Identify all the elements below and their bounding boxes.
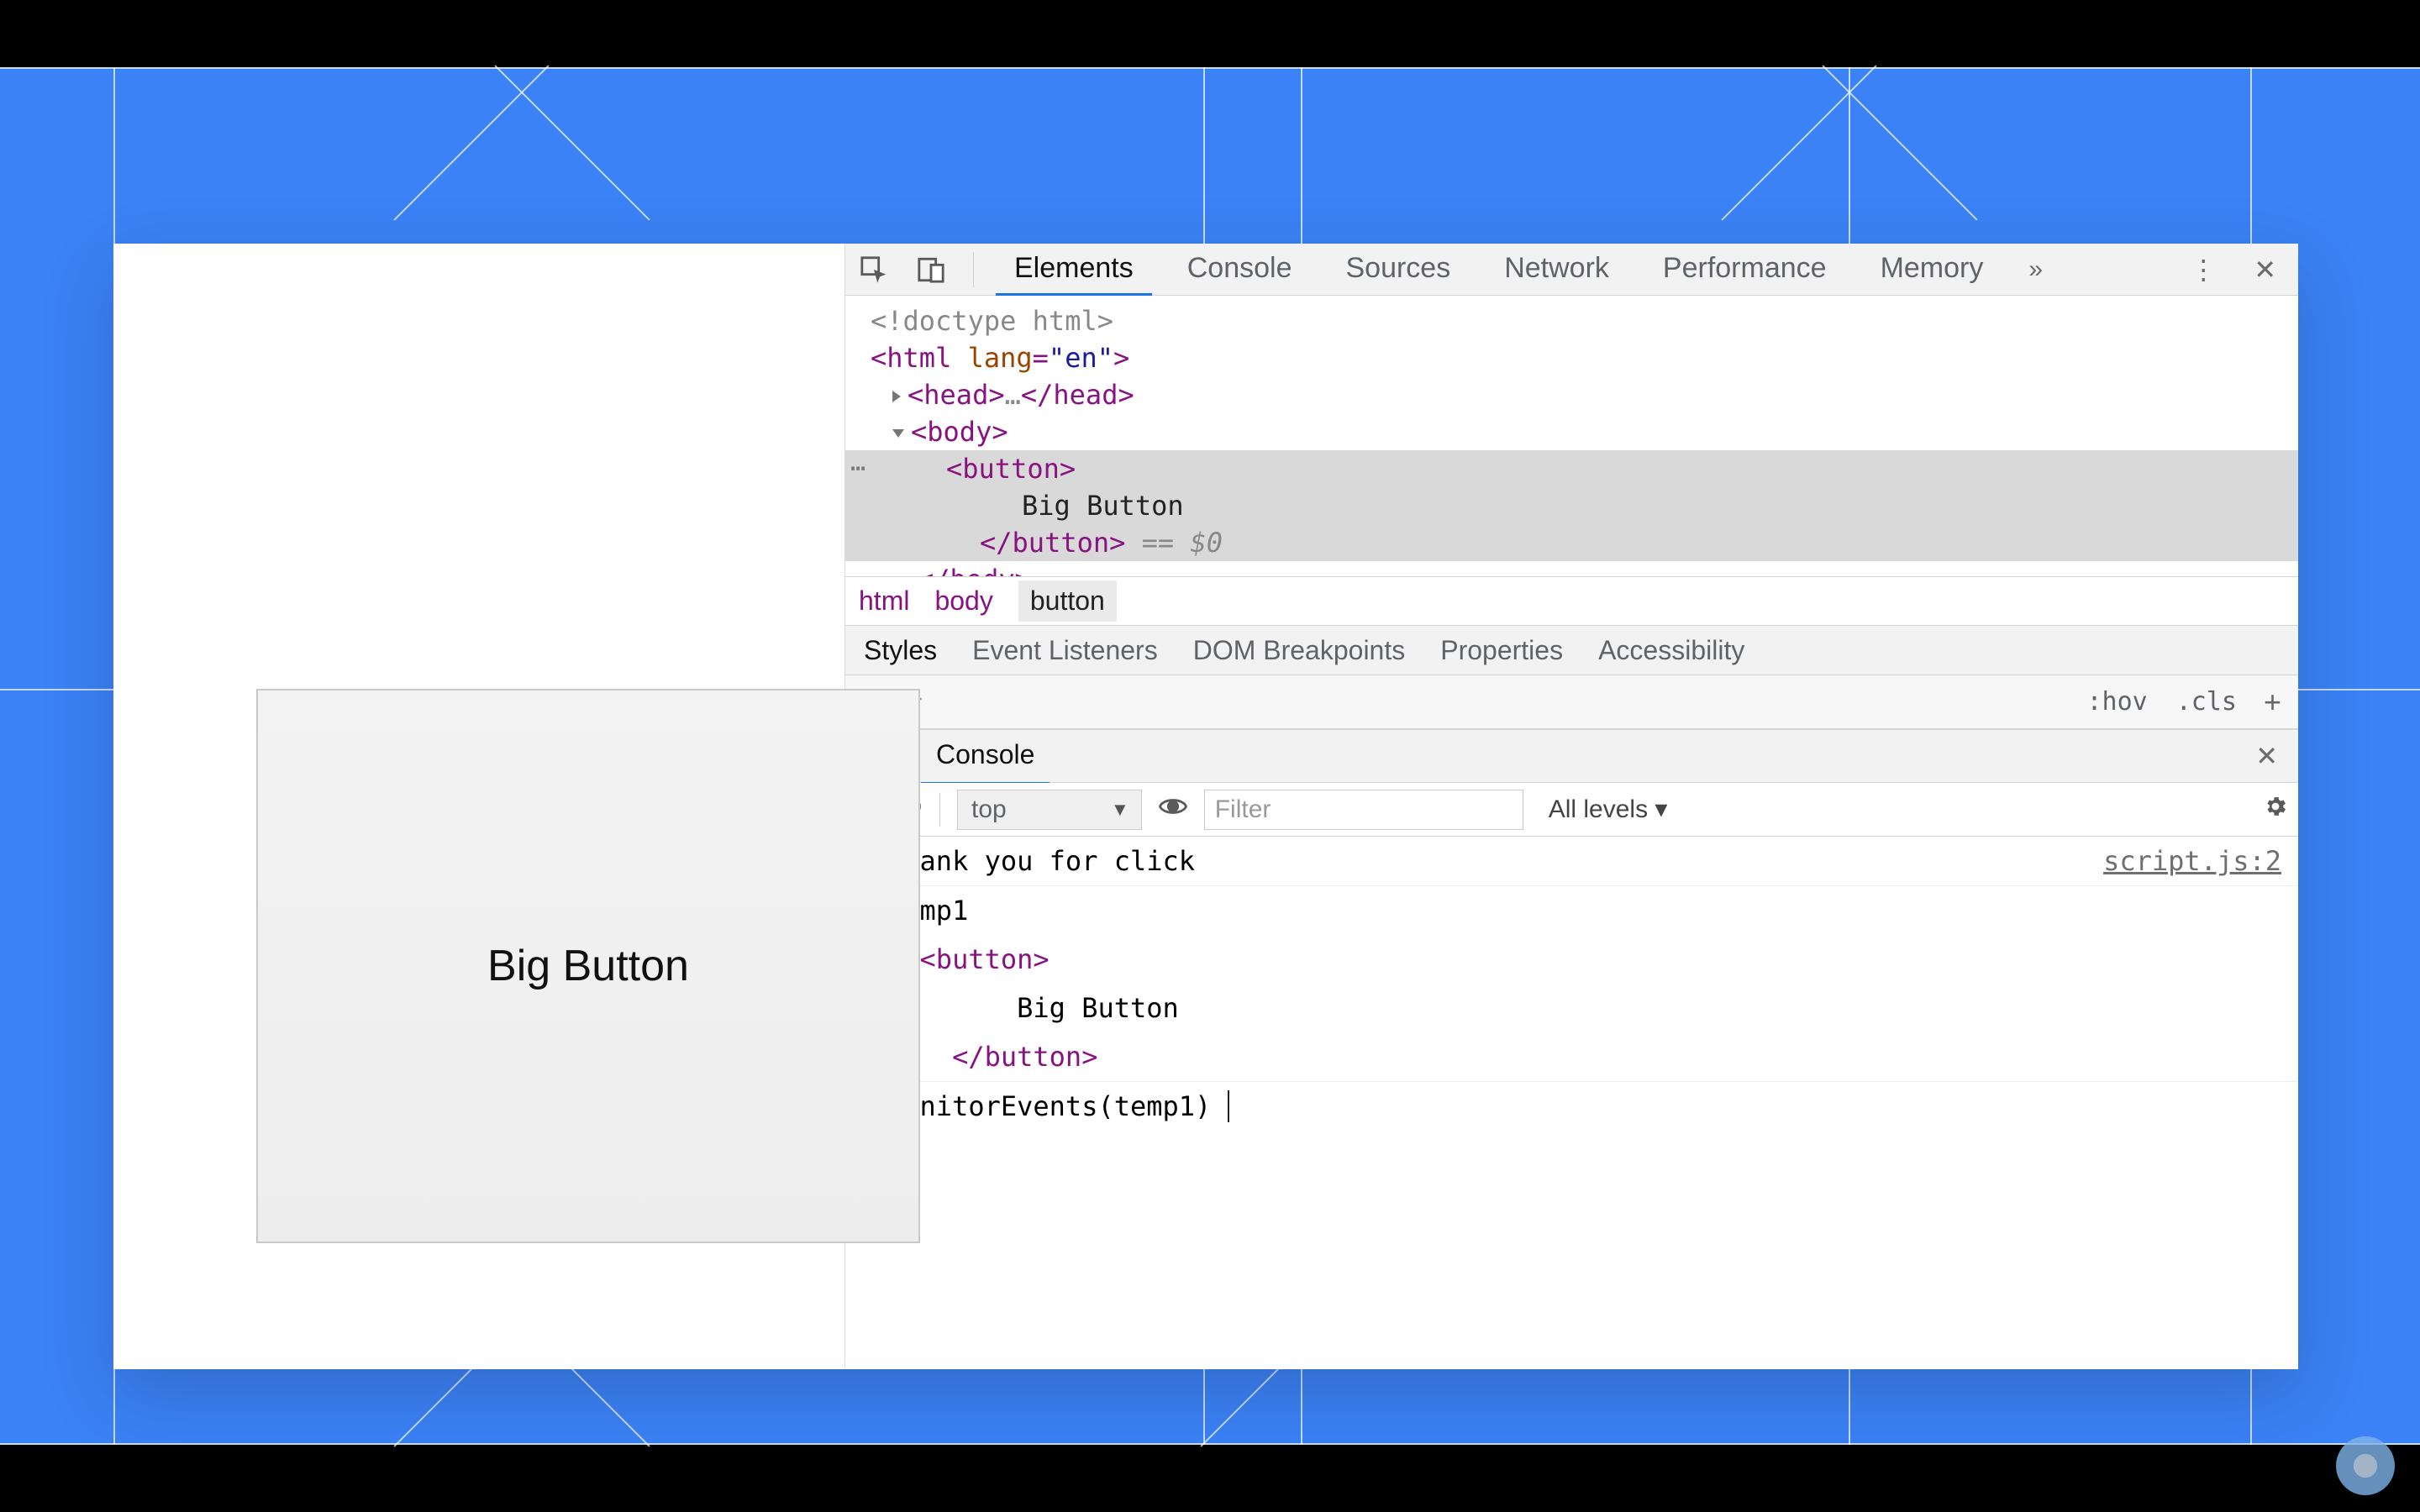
- rendered-page-pane: Big Button: [113, 244, 844, 1369]
- toolbar-separator: [939, 793, 940, 827]
- dom-selected-node[interactable]: ⋯ <button> Big Button </button> == $0: [845, 450, 2298, 561]
- dom-tree[interactable]: <!doctype html> <html lang="en"> <head>……: [845, 296, 2298, 576]
- console-past-input: temp1: [887, 890, 2281, 932]
- devtools-close-icon[interactable]: ✕: [2244, 254, 2286, 286]
- tab-elements[interactable]: Elements: [996, 242, 1152, 297]
- subtab-dom-breakpoints[interactable]: DOM Breakpoints: [1190, 622, 1409, 680]
- console-current-input[interactable]: monitorEvents(temp1): [887, 1090, 1211, 1122]
- cls-toggle[interactable]: .cls: [2168, 684, 2245, 720]
- subtab-accessibility[interactable]: Accessibility: [1595, 622, 1748, 680]
- dom-line-doctype[interactable]: <!doctype html>: [845, 302, 2298, 339]
- devtools-panel: Elements Console Sources Network Perform…: [844, 244, 2298, 1369]
- tab-sources[interactable]: Sources: [1327, 242, 1469, 297]
- console-output-row: Big Button: [845, 984, 2298, 1032]
- console-log-source-link[interactable]: script.js:2: [2103, 840, 2281, 882]
- console-drawer-header: ⋮ Console ✕: [845, 729, 2298, 783]
- console-body[interactable]: thank you for click script.js:2 › temp1 …: [845, 837, 2298, 1369]
- console-output-row: </button>: [845, 1032, 2298, 1082]
- presentation-stage: Big Button Elements Console Sources: [0, 0, 2420, 1512]
- crumb-button[interactable]: button: [1018, 580, 1117, 622]
- slide-background: Big Button Elements Console Sources: [0, 67, 2420, 1445]
- styles-subtabs: Styles Event Listeners DOM Breakpoints P…: [845, 625, 2298, 675]
- crumb-body[interactable]: body: [934, 585, 992, 617]
- hov-toggle[interactable]: :hov: [2078, 684, 2155, 720]
- device-toggle-icon[interactable]: [911, 249, 951, 290]
- console-log-message: thank you for click: [887, 840, 2103, 882]
- console-filter-input[interactable]: Filter: [1204, 790, 1523, 830]
- new-style-rule-icon[interactable]: +: [2257, 685, 2288, 720]
- live-expression-icon[interactable]: [1159, 792, 1187, 827]
- browser-devtools-window: Big Button Elements Console Sources: [113, 244, 2298, 1369]
- devtools-menu-icon[interactable]: ⋮: [2180, 254, 2227, 286]
- console-settings-icon[interactable]: [2263, 794, 2288, 826]
- console-input-row[interactable]: › temp1: [845, 886, 2298, 935]
- console-prompt-row[interactable]: › monitorEvents(temp1): [845, 1082, 2298, 1131]
- chrome-logo-icon: [2336, 1436, 2395, 1495]
- dom-line-head[interactable]: <head>…</head>: [845, 376, 2298, 413]
- text-cursor: [1211, 1090, 1228, 1122]
- console-toolbar: top▼ Filter All levels ▾: [845, 783, 2298, 837]
- console-drawer-close-icon[interactable]: ✕: [2245, 740, 2288, 772]
- subtab-properties[interactable]: Properties: [1437, 622, 1566, 680]
- console-levels-select[interactable]: All levels ▾: [1540, 791, 1676, 827]
- dom-edit-icon[interactable]: ⋯: [850, 450, 865, 487]
- page-big-button-label: Big Button: [487, 941, 689, 991]
- styles-filter-input[interactable]: Filter: [855, 685, 2066, 720]
- console-drawer-title[interactable]: Console: [921, 727, 1050, 785]
- console-log-row[interactable]: thank you for click script.js:2: [845, 837, 2298, 886]
- toolbar-separator: [973, 252, 974, 287]
- console-context-select[interactable]: top▼: [957, 790, 1142, 830]
- dom-line-body-open[interactable]: <body>: [845, 413, 2298, 450]
- more-tabs-icon[interactable]: »: [2018, 255, 2053, 284]
- page-big-button[interactable]: Big Button: [256, 689, 920, 1243]
- inspect-element-icon[interactable]: [854, 249, 894, 290]
- dom-breadcrumb: html body button: [845, 576, 2298, 625]
- tab-console[interactable]: Console: [1169, 242, 1311, 297]
- dom-line-body-close[interactable]: </body>: [845, 561, 2298, 576]
- dom-line-html-open[interactable]: <html lang="en">: [845, 339, 2298, 376]
- styles-filter-bar: Filter :hov .cls +: [845, 675, 2298, 729]
- crumb-html[interactable]: html: [859, 585, 909, 617]
- subtab-styles[interactable]: Styles: [860, 622, 940, 680]
- tab-memory[interactable]: Memory: [1862, 242, 2002, 297]
- tab-network[interactable]: Network: [1486, 242, 1628, 297]
- devtools-top-toolbar: Elements Console Sources Network Perform…: [845, 244, 2298, 296]
- subtab-event-listeners[interactable]: Event Listeners: [969, 622, 1161, 680]
- console-output-row[interactable]: ‹ <button>: [845, 935, 2298, 984]
- tab-performance[interactable]: Performance: [1644, 242, 1845, 297]
